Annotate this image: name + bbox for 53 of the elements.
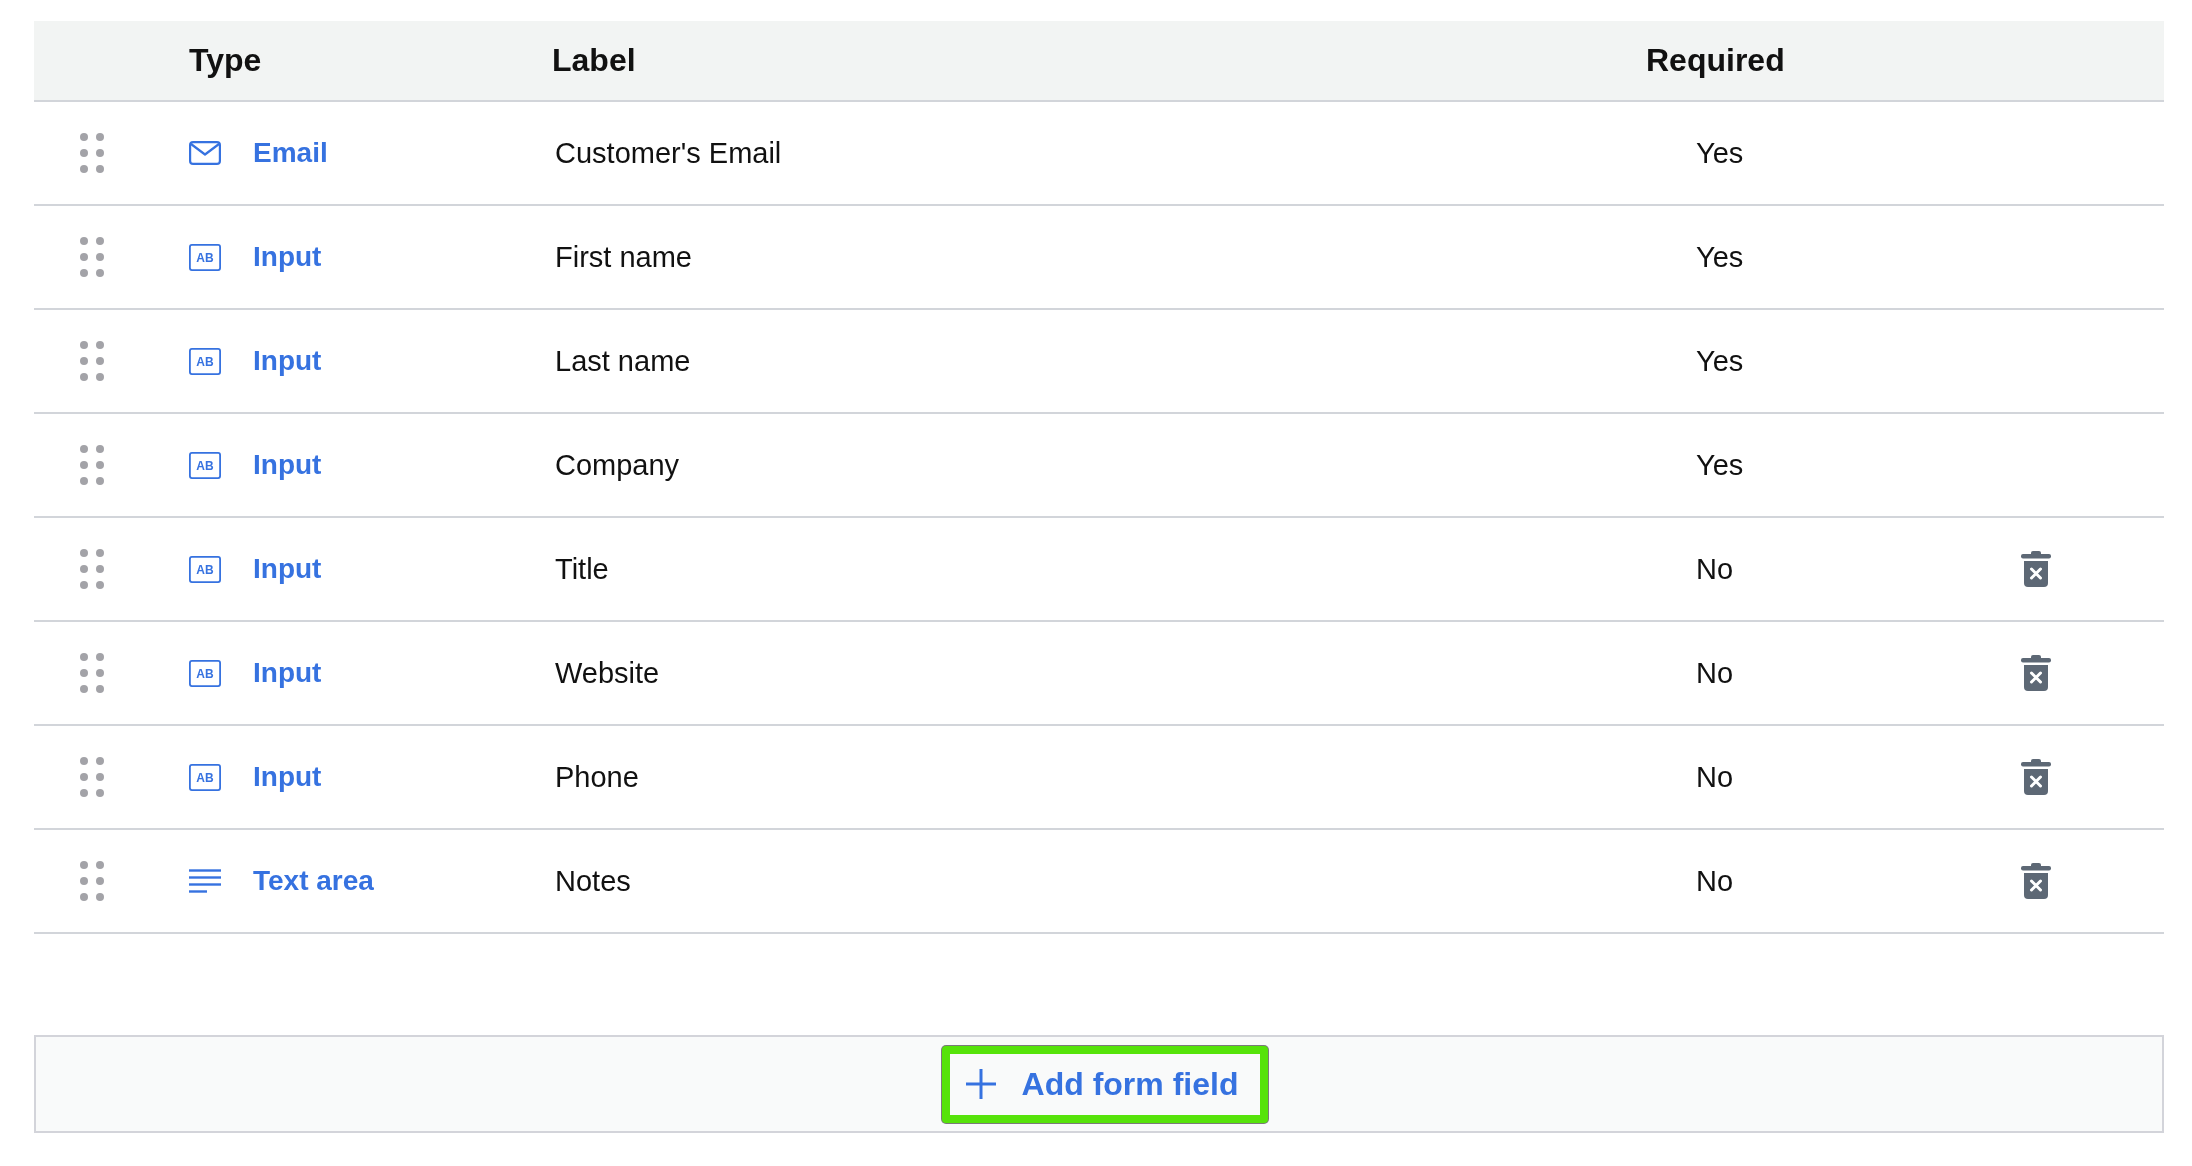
envelope-icon [189, 141, 221, 165]
drag-handle-icon[interactable] [80, 757, 104, 797]
column-header: Required [1645, 42, 1786, 79]
trash-icon [2021, 759, 2051, 795]
field-label: Company [554, 448, 680, 481]
text-field-icon: AB [189, 451, 221, 479]
required-value: Yes [1695, 240, 1744, 273]
field-type-link[interactable]: Input [253, 241, 322, 273]
field-label: Customer's Email [554, 136, 782, 169]
drag-handle-icon[interactable] [80, 445, 104, 485]
drag-handle-icon[interactable] [80, 549, 104, 589]
column-header: Type [189, 42, 263, 79]
text-field-icon: AB [189, 347, 221, 375]
text-field-icon: AB [189, 243, 221, 271]
text-field-icon: AB [189, 763, 221, 791]
plus-icon [965, 1069, 996, 1099]
required-value: Yes [1695, 344, 1744, 377]
drag-handle-icon[interactable] [80, 341, 104, 381]
field-label: Notes [554, 864, 631, 897]
drag-handle-icon[interactable] [80, 653, 104, 693]
text-field-icon: AB [189, 555, 221, 583]
required-value: No [1695, 760, 1734, 793]
field-type-link[interactable]: Input [253, 657, 322, 689]
required-value: No [1695, 656, 1734, 689]
field-type-link[interactable]: Input [253, 449, 322, 481]
text-field-icon: AB [189, 659, 221, 687]
add-form-field-button[interactable]: Add form field [941, 1045, 1269, 1123]
trash-icon [2021, 863, 2051, 899]
required-value: No [1695, 552, 1734, 585]
field-label: First name [554, 240, 692, 273]
field-type-link[interactable]: Input [253, 761, 322, 793]
field-label: Website [554, 656, 660, 689]
required-value: Yes [1695, 448, 1744, 481]
required-value: Yes [1695, 136, 1744, 169]
text-lines-icon [189, 869, 221, 893]
field-type-link[interactable]: Text area [253, 865, 374, 897]
field-label: Title [554, 552, 609, 585]
drag-handle-icon[interactable] [80, 133, 104, 173]
drag-handle-icon[interactable] [80, 237, 104, 277]
trash-icon [2021, 551, 2051, 587]
field-label: Last name [554, 344, 691, 377]
delete-button[interactable] [2021, 863, 2051, 899]
required-value: No [1695, 864, 1734, 897]
field-type-link[interactable]: Input [253, 553, 322, 585]
field-type-link[interactable]: Input [253, 345, 322, 377]
delete-button[interactable] [2021, 551, 2051, 587]
column-header: Label [552, 42, 637, 79]
delete-button[interactable] [2021, 655, 2051, 691]
field-label: Phone [554, 760, 639, 793]
field-type-link[interactable]: Email [253, 137, 328, 169]
trash-icon [2021, 655, 2051, 691]
drag-handle-icon[interactable] [80, 861, 104, 901]
delete-button[interactable] [2021, 759, 2051, 795]
